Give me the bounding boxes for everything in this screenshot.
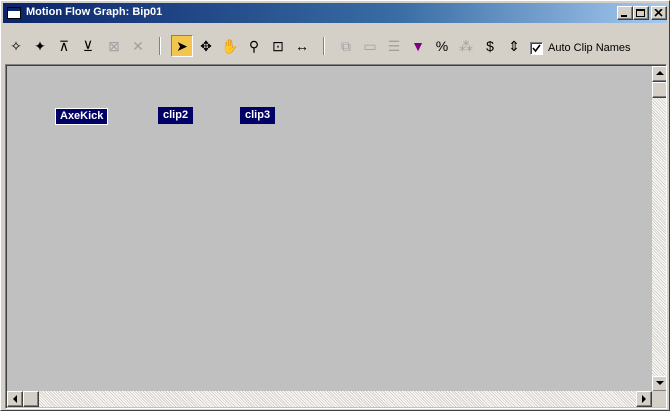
minimize-icon	[621, 15, 627, 17]
toolbar: Auto Clip Names ✧ ✦ ⊼ ⊻ ⊠ ✕ ➤ ✥ ✋ ⚲ ⊡ ↔ ⧉ ▭ ☰ ▼% ⁂ $ ⇕	[5, 31, 665, 61]
toolbar-separator	[323, 37, 325, 55]
clip-node-clip2[interactable]: clip2	[158, 107, 194, 124]
optimize-icon[interactable]: ⇕	[503, 35, 525, 57]
toolbar-separator	[159, 37, 161, 55]
arrow-left-icon	[13, 395, 17, 403]
create-clip-icon[interactable]: ✧	[5, 35, 27, 57]
window-icon	[7, 7, 21, 19]
scroll-right-button[interactable]	[636, 391, 652, 407]
close-icon	[654, 9, 663, 17]
create-multiple-clips-icon[interactable]: ✦	[29, 35, 51, 57]
select-arrow-icon[interactable]: ➤	[171, 35, 193, 57]
checkmark-icon	[532, 44, 541, 53]
create-transitions-icon[interactable]: ⊻	[77, 35, 99, 57]
scroll-up-button[interactable]	[652, 66, 666, 82]
horizontal-scroll-thumb[interactable]	[23, 391, 39, 407]
scroll-left-button[interactable]	[7, 391, 23, 407]
zoom-region-icon[interactable]: ⊡	[267, 35, 289, 57]
arrow-down-icon	[656, 381, 664, 385]
motion-flow-canvas[interactable]: AxeKick clip2 clip3	[5, 64, 667, 409]
maximize-icon	[636, 9, 645, 17]
pick-color-icon[interactable]: ▼	[407, 35, 429, 57]
scroll-down-button[interactable]	[652, 376, 666, 392]
zoom-extents-icon[interactable]: ↔	[291, 35, 313, 57]
show-scripts-icon[interactable]: ⧉	[335, 35, 357, 57]
create-transition-icon[interactable]: ⊼	[53, 35, 75, 57]
close-button[interactable]	[651, 6, 667, 20]
random-icon[interactable]: ⁂	[455, 35, 477, 57]
delete-icon[interactable]: ✕	[127, 35, 149, 57]
minimize-button[interactable]	[617, 6, 633, 20]
pan-hand-icon[interactable]: ✋	[219, 35, 241, 57]
properties-icon[interactable]: ☰	[383, 35, 405, 57]
title-bar[interactable]: Motion Flow Graph: Bip01	[3, 3, 667, 23]
motion-flow-window: Motion Flow Graph: Bip01 Auto Clip Names…	[0, 0, 670, 411]
vertical-scrollbar[interactable]	[652, 66, 666, 392]
horizontal-scrollbar[interactable]	[7, 391, 652, 407]
vertical-scroll-thumb[interactable]	[652, 82, 666, 98]
clip-node-axekick[interactable]: AxeKick	[55, 108, 109, 125]
maximize-button[interactable]	[633, 6, 649, 20]
scrollbar-corner	[652, 391, 666, 407]
percent-icon[interactable]: %	[431, 35, 453, 57]
script-bar-icon[interactable]: ▭	[359, 35, 381, 57]
auto-clip-names-label: Auto Clip Names	[548, 42, 631, 54]
move-icon[interactable]: ✥	[195, 35, 217, 57]
arrow-right-icon	[642, 395, 646, 403]
arrow-up-icon	[656, 71, 664, 75]
zoom-icon[interactable]: ⚲	[243, 35, 265, 57]
window-title: Motion Flow Graph: Bip01	[26, 6, 163, 18]
clip-node-clip3[interactable]: clip3	[240, 107, 276, 124]
auto-clip-names-checkbox[interactable]	[530, 42, 543, 55]
cost-icon[interactable]: $	[479, 35, 501, 57]
delete-transition-icon[interactable]: ⊠	[103, 35, 125, 57]
